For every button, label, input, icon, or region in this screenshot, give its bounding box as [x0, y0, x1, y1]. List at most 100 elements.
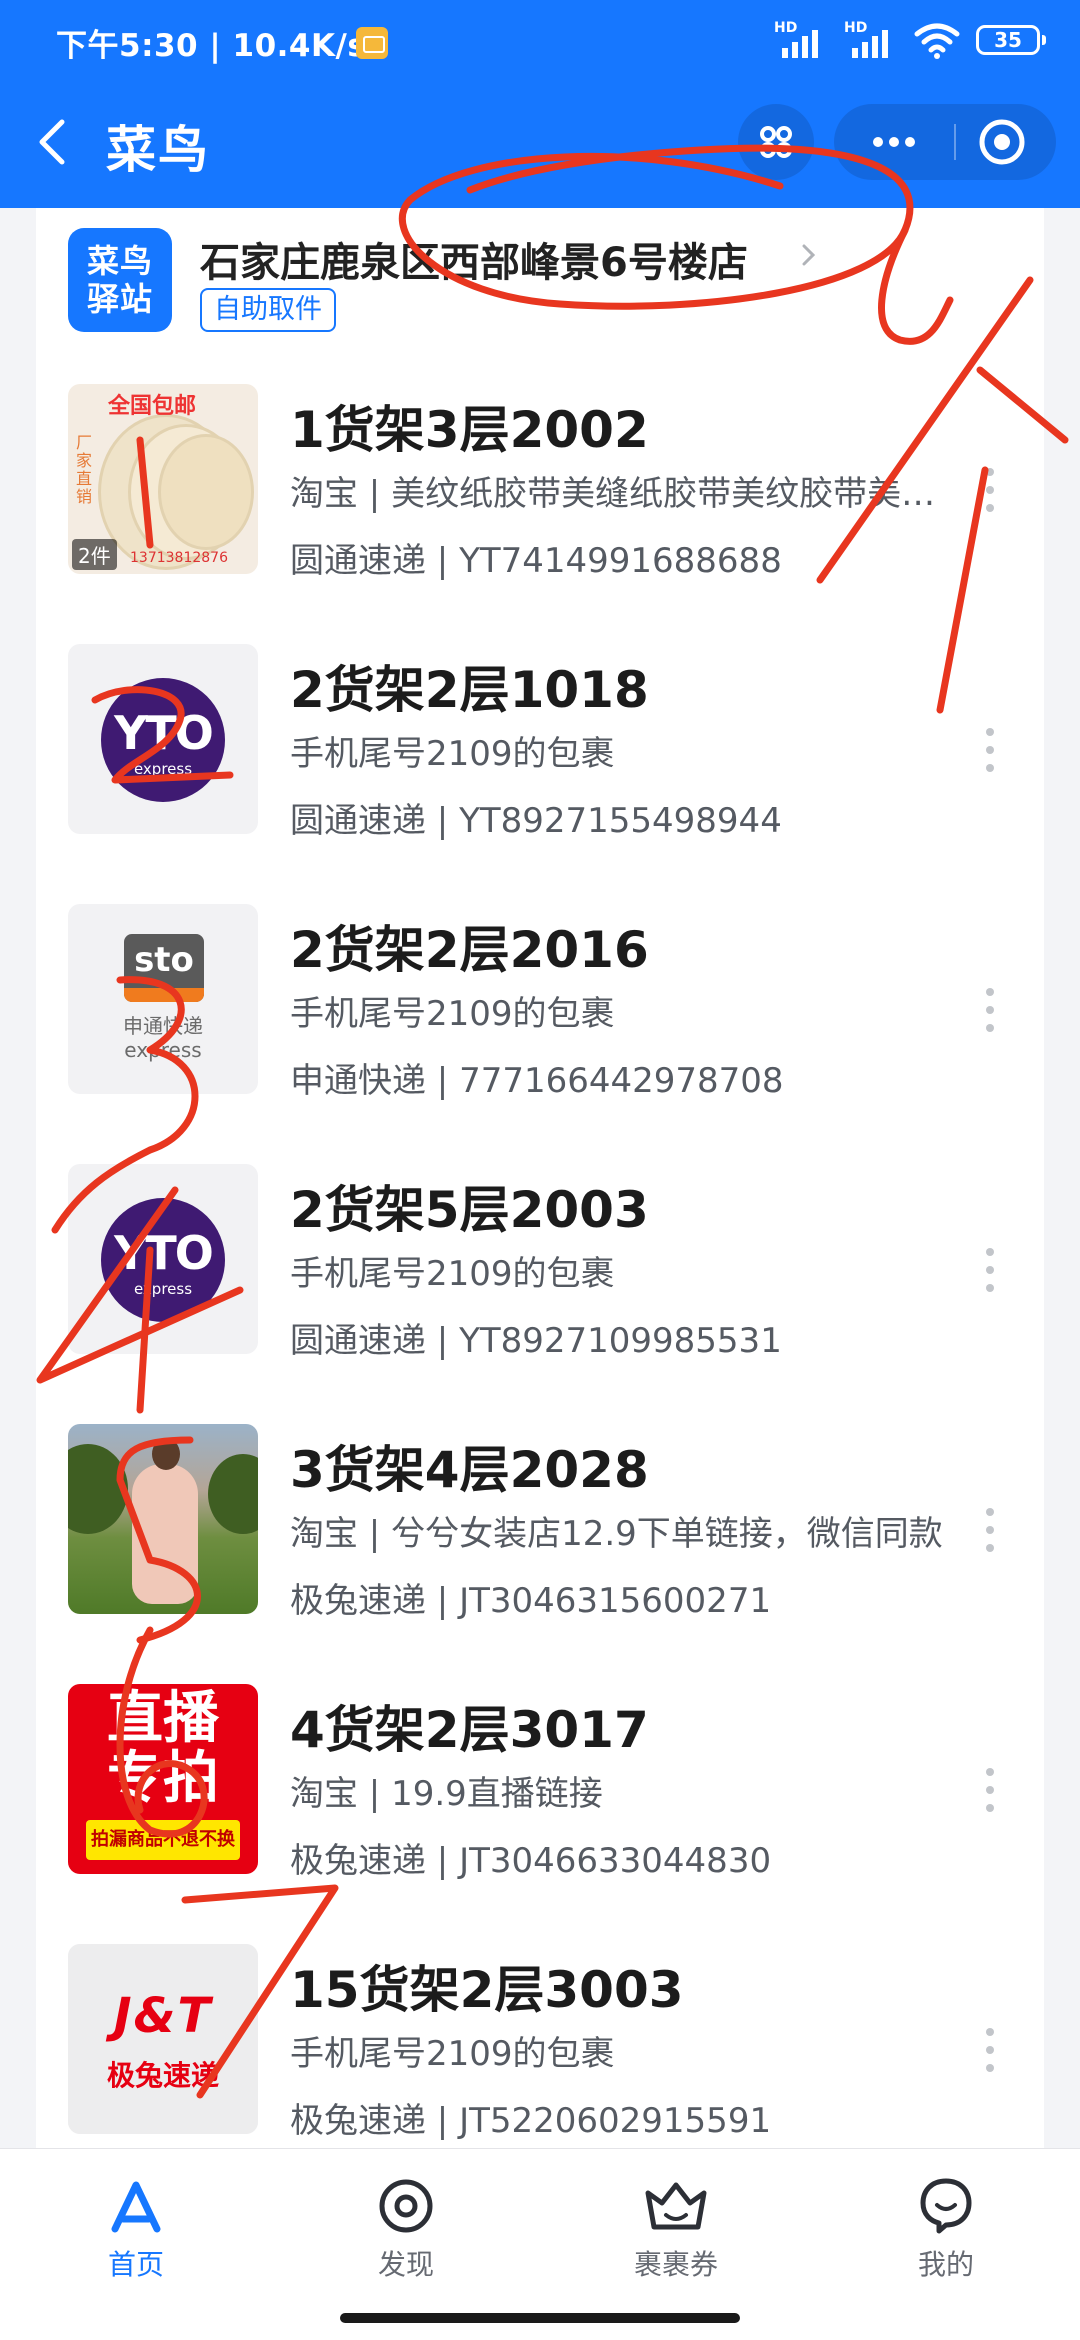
- package-row[interactable]: J&T 极兔速递 15货架2层3003 手机尾号2109的包裹 极兔速递 | J…: [36, 1918, 1044, 2148]
- sto-logo-text: sto: [134, 940, 194, 980]
- package-row[interactable]: 3货架4层2028 淘宝 | 兮兮女装店12.9下单链接，微信同款 极兔速递 |…: [36, 1398, 1044, 1658]
- yto-logo-sub: express: [133, 760, 193, 778]
- station-header[interactable]: 菜鸟 驿站 石家庄鹿泉区西部峰景6号楼店 自助取件: [36, 208, 1044, 358]
- tracking-number: 圆通速递 | YT8927155498944: [290, 801, 782, 841]
- scan-button[interactable]: [738, 104, 814, 180]
- self-pickup-tag[interactable]: 自助取件: [200, 288, 336, 332]
- package-list: 全国包邮 厂家直销 2件 13713812876 1货架3层2002 淘宝 | …: [36, 358, 1044, 2148]
- sto-sub-en: express: [124, 1038, 202, 1062]
- package-description: 手机尾号2109的包裹: [290, 1254, 615, 1294]
- pickup-code: 4货架2层3017: [290, 1701, 649, 1759]
- coupon-crown-icon: [645, 2182, 707, 2230]
- more-dots-icon: [873, 137, 915, 147]
- tab-coupons[interactable]: 裹裹券: [576, 2175, 776, 2285]
- package-description: 手机尾号2109的包裹: [290, 734, 615, 774]
- back-icon[interactable]: [24, 110, 84, 174]
- more-vertical-icon[interactable]: [978, 1242, 1002, 1298]
- yto-logo: YTO express: [101, 678, 225, 802]
- yto-logo-text: YTO: [114, 706, 214, 760]
- tracking-number: 极兔速递 | JT3046315600271: [290, 1581, 772, 1621]
- package-thumbnail: J&T 极兔速递: [68, 1944, 258, 2134]
- package-thumbnail: 直播 专拍 拍漏商品不退不换: [68, 1684, 258, 1874]
- package-description: 手机尾号2109的包裹: [290, 2034, 615, 2074]
- package-row[interactable]: sto 申通快递 express 2货架2层2016 手机尾号2109的包裹 申…: [36, 878, 1044, 1138]
- sto-logo-sub: 申通快递 express: [88, 1014, 238, 1062]
- package-description: 淘宝 | 19.9直播链接: [290, 1774, 603, 1814]
- tracking-number: 极兔速递 | JT3046633044830: [290, 1841, 772, 1881]
- package-thumbnail: YTO express: [68, 644, 258, 834]
- more-vertical-icon[interactable]: [978, 982, 1002, 1038]
- miniapp-capsule: [834, 104, 1056, 180]
- yto-logo-text: YTO: [114, 1226, 214, 1280]
- more-vertical-icon[interactable]: [978, 1762, 1002, 1818]
- pickup-code: 1货架3层2002: [290, 401, 649, 459]
- content-card: 菜鸟 驿站 石家庄鹿泉区西部峰景6号楼店 自助取件 全国包邮 厂家直销 2件 1…: [36, 208, 1044, 2148]
- bottom-tab-bar: 首页 发现 裹裹券 我的: [0, 2148, 1080, 2340]
- more-vertical-icon[interactable]: [978, 1502, 1002, 1558]
- tracking-number: 极兔速递 | JT5220602915591: [290, 2101, 772, 2141]
- sto-sub-cn: 申通快递: [123, 1014, 203, 1038]
- tab-profile[interactable]: 我的: [846, 2175, 1046, 2285]
- close-target-icon: [979, 119, 1025, 165]
- package-thumbnail: [68, 1424, 258, 1614]
- pickup-code: 2货架2层2016: [290, 921, 649, 979]
- jt-logo-text: J&T: [113, 1988, 213, 2044]
- package-description: 淘宝 | 兮兮女装店12.9下单链接，微信同款: [290, 1514, 943, 1554]
- live-banner-line2: 专拍: [107, 1746, 219, 1811]
- home-a-icon: [111, 2181, 161, 2233]
- thumb-tag-count: 2件: [72, 539, 117, 570]
- pickup-code: 3货架4层2028: [290, 1441, 649, 1499]
- live-banner-line3: 拍漏商品不退不换: [86, 1820, 240, 1860]
- close-miniapp-button[interactable]: [956, 104, 1056, 180]
- tracking-number: 申通快递 | 777166442978708: [290, 1061, 784, 1101]
- yto-logo-sub: express: [133, 1280, 193, 1298]
- more-vertical-icon[interactable]: [978, 722, 1002, 778]
- status-icons: HD HD 35: [774, 18, 1046, 62]
- package-row[interactable]: YTO express 2货架5层2003 手机尾号2109的包裹 圆通速递 |…: [36, 1138, 1044, 1398]
- jt-logo: J&T 极兔速递: [68, 1944, 258, 2134]
- package-row[interactable]: YTO express 2货架2层1018 手机尾号2109的包裹 圆通速递 |…: [36, 618, 1044, 878]
- yto-logo: YTO express: [101, 1198, 225, 1322]
- live-banner-line1: 直播: [107, 1686, 219, 1751]
- screen: 下午5:30 | 10.4K/s HD HD 35 菜鸟 菜鸟 驿站 石家庄鹿泉…: [0, 0, 1080, 2340]
- status-time: 下午5:30 | 10.4K/s: [56, 28, 367, 64]
- package-description: 淘宝 | 美纹纸胶带美缝纸胶带美纹胶带美纹纸: [290, 474, 950, 514]
- station-logo-line1: 菜鸟: [86, 242, 153, 280]
- more-vertical-icon[interactable]: [978, 2022, 1002, 2078]
- tab-discover[interactable]: 发现: [306, 2175, 506, 2285]
- station-name[interactable]: 石家庄鹿泉区西部峰景6号楼店: [200, 230, 748, 288]
- more-button[interactable]: [834, 104, 954, 180]
- wifi-icon: [914, 23, 960, 59]
- tab-home[interactable]: 首页: [36, 2175, 236, 2285]
- thumb-tag-side: 厂家直销: [76, 433, 93, 506]
- package-row[interactable]: 直播 专拍 拍漏商品不退不换 4货架2层3017 淘宝 | 19.9直播链接 极…: [36, 1658, 1044, 1918]
- home-indicator: [340, 2313, 740, 2323]
- thumb-tag-phone: 13713812876: [130, 550, 228, 566]
- jt-logo-sub: 极兔速递: [106, 2059, 219, 2092]
- scan-icon: [760, 126, 792, 158]
- package-thumbnail: sto 申通快递 express: [68, 904, 258, 1094]
- package-description: 手机尾号2109的包裹: [290, 994, 615, 1034]
- chevron-right-icon: [802, 244, 816, 266]
- tracking-number: 圆通速递 | YT7414991688688: [290, 541, 782, 581]
- package-thumbnail: YTO express: [68, 1164, 258, 1354]
- battery-icon: 35: [976, 25, 1046, 55]
- page-title: 菜鸟: [106, 121, 210, 179]
- tracking-number: 圆通速递 | YT8927109985531: [290, 1321, 782, 1361]
- tab-label: 发现: [377, 2248, 434, 2281]
- package-thumbnail: 全国包邮 厂家直销 2件 13713812876: [68, 384, 258, 574]
- thumb-tag-top: 全国包邮: [108, 394, 197, 419]
- dress-photo: [68, 1424, 258, 1614]
- more-vertical-icon[interactable]: [978, 462, 1002, 518]
- live-sale-banner: 直播 专拍 拍漏商品不退不换: [68, 1684, 258, 1874]
- discover-icon: [379, 2179, 433, 2233]
- pickup-code: 2货架2层1018: [290, 661, 649, 719]
- pickup-code: 15货架2层3003: [290, 1961, 684, 2019]
- signal-icon: HD: [774, 20, 828, 60]
- tab-label: 我的: [917, 2248, 974, 2281]
- station-logo-line2: 驿站: [86, 280, 153, 318]
- tab-label: 裹裹券: [633, 2248, 718, 2281]
- package-row[interactable]: 全国包邮 厂家直销 2件 13713812876 1货架3层2002 淘宝 | …: [36, 358, 1044, 618]
- sto-logo: sto: [124, 934, 204, 1002]
- tab-label: 首页: [107, 2248, 164, 2281]
